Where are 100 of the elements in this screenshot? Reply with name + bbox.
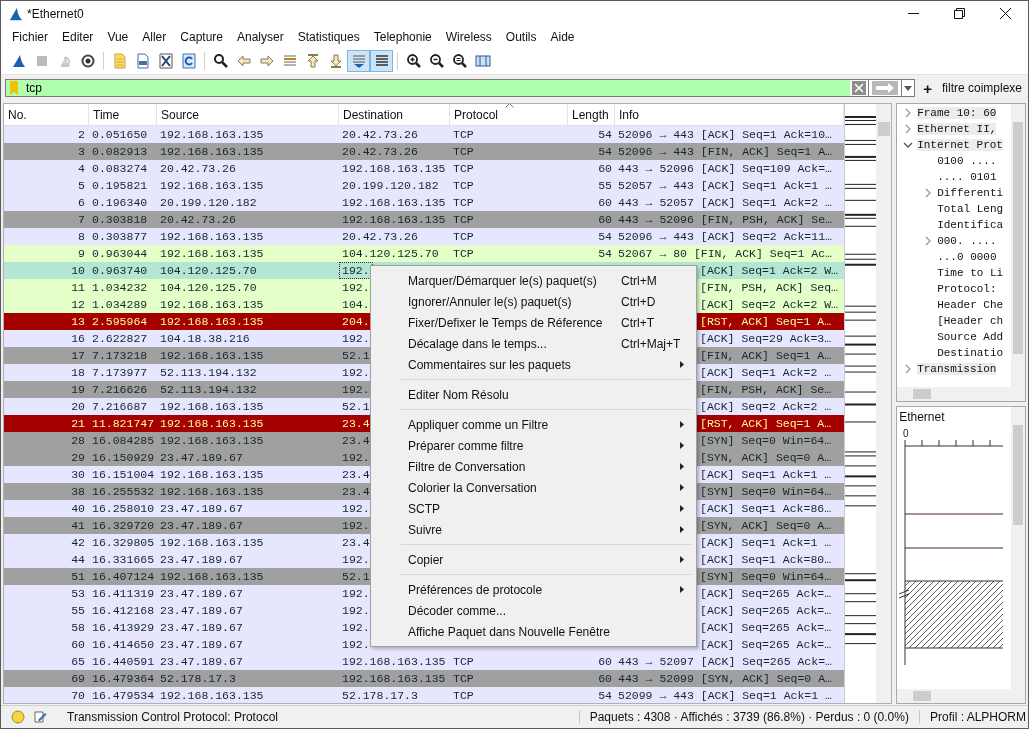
table-cell-text: 192.168.163.135: [159, 484, 265, 500]
table-cell-text: 23.47.189.67: [159, 637, 244, 653]
table-cell-text: [FIN, PSH, ACK] Se…: [699, 382, 833, 398]
table-cell-text: 16.258010: [91, 501, 156, 517]
table-cell-text: 192.168.163.135: [159, 297, 265, 313]
table-cell-text: 21: [70, 416, 86, 432]
table-cell-text: 20.42.73.26: [159, 161, 237, 177]
table-cell-text: 192.168.163.135: [159, 467, 265, 483]
table-cell-text: 52.178.17.3: [341, 688, 419, 703]
table-cell-text: [SYN, ACK] Seq=0 A…: [699, 450, 833, 466]
table-cell-text: 192.: [341, 637, 371, 653]
shortcut-label: Ctrl+Maj+T: [621, 336, 681, 351]
table-cell-text: 20.42.73.26: [341, 127, 419, 143]
table-cell-text: 20: [70, 399, 86, 415]
table-cell-text: [SYN] Seq=0 Win=64…: [699, 433, 833, 449]
table-cell-text: 192.168.163.135: [159, 399, 265, 415]
table-cell-text: 23.47.189.67: [159, 603, 244, 619]
table-cell-text: 52.113.194.132: [159, 365, 258, 381]
table-cell-text: TCP: [452, 178, 475, 194]
table-cell-text: [ACK] Seq=265 Ack=…: [699, 620, 833, 636]
table-cell-text: 16.150929: [91, 450, 156, 466]
table-cell-text: 1.034289: [91, 297, 149, 313]
table-cell-text: 104.120.125.70: [341, 246, 440, 262]
table-cell-text: [ACK] Seq=1 Ack=80…: [699, 552, 833, 568]
table-cell-text: 7.173977: [91, 365, 149, 381]
table-cell-text: [ACK] Seq=2 Ack=2 W…: [699, 297, 840, 313]
table-cell-text: 60: [597, 195, 613, 211]
table-cell-text: 52096 → 443 [FIN, ACK] Seq=1 A…: [617, 144, 833, 160]
table-cell-text: 9: [77, 246, 86, 262]
table-cell-text: 192.: [341, 280, 371, 296]
table-cell-text: 16.413929: [91, 620, 156, 636]
table-cell-text: TCP: [452, 195, 475, 211]
table-cell-text: 60: [597, 671, 613, 687]
table-cell-text: 192.168.163.135: [159, 535, 265, 551]
table-cell-text: 192.: [341, 518, 371, 534]
table-cell-text: 2.595964: [91, 314, 149, 330]
table-cell-text: 53: [70, 586, 86, 602]
table-cell-text: [SYN] Seq=0 Win=64…: [699, 569, 833, 585]
table-cell-text: 16.151004: [91, 467, 156, 483]
table-cell-text: 192.: [341, 365, 371, 381]
table-cell-text: 52.1: [341, 569, 371, 585]
table-cell-text: 23.47.189.67: [159, 586, 244, 602]
shortcut-label: Ctrl+T: [621, 315, 654, 330]
table-cell-text: 2.622827: [91, 331, 149, 347]
table-cell-text: 60: [597, 161, 613, 177]
table-cell-text: 16: [70, 331, 86, 347]
table-cell-text: 192.168.163.135: [341, 671, 447, 687]
table-cell-text: [ACK] Seq=1 Ack=2 …: [699, 365, 833, 381]
table-cell-text: 11.821747: [91, 416, 156, 432]
table-cell-text: [RST, ACK] Seq=1 A…: [699, 416, 833, 432]
table-cell-text: 51: [70, 569, 86, 585]
table-cell-text: 23.47.189.67: [159, 450, 244, 466]
table-cell-text: 443 → 52096 [FIN, PSH, ACK] Se…: [617, 212, 833, 228]
table-cell-text: TCP: [452, 688, 475, 703]
table-cell-text: 6: [77, 195, 86, 211]
table-cell-text: 23.47.189.67: [159, 501, 244, 517]
table-cell-text: 0.196340: [91, 195, 149, 211]
table-cell-text: 52099 → 443 [ACK] Seq=1 Ack=1 …: [617, 688, 833, 703]
table-cell: 192.: [339, 262, 373, 279]
table-cell-text: 7.216626: [91, 382, 149, 398]
table-cell-text: 52.113.194.132: [159, 382, 258, 398]
window-title: *Ethernet0: [27, 6, 84, 21]
table-cell-text: 16.440591: [91, 654, 156, 670]
table-cell-text: [SYN] Seq=0 Win=64…: [699, 484, 833, 500]
table-cell-text: [ACK] Seq=265 Ack=…: [699, 637, 833, 653]
table-cell-text: 7.216687: [91, 399, 149, 415]
table-cell-text: 23.4: [341, 484, 371, 500]
status-stats: Paquets : 4308 · Affichés : 3739 (86.8%) · Perdus : 0 (0.0%): [578, 710, 920, 724]
table-cell-text: 42: [70, 535, 86, 551]
table-cell-text: [SYN, ACK] Seq=0 A…: [699, 518, 833, 534]
table-cell-text: 58: [70, 620, 86, 636]
table-cell-text: 192.168.163.135: [159, 178, 265, 194]
table-cell-text: [RST, ACK] Seq=1 A…: [699, 314, 833, 330]
table-cell-text: 0.051650: [91, 127, 149, 143]
table-cell-text: 443 → 52096 [ACK] Seq=109 Ack=…: [617, 161, 833, 177]
table-cell-text: 192.: [341, 552, 371, 568]
table-cell-text: [ACK] Seq=265 Ack=…: [699, 586, 833, 602]
table-cell-text: TCP: [452, 161, 475, 177]
table-cell-text: TCP: [452, 671, 475, 687]
table-cell-text: 40: [70, 501, 86, 517]
table-cell-text: 192.168.163.135: [341, 654, 447, 670]
table-cell-text: 52.1: [341, 399, 371, 415]
table-cell-text: 23.47.189.67: [159, 552, 244, 568]
table-cell-text: 0.963740: [91, 263, 149, 279]
table-cell-text: 192.: [341, 450, 371, 466]
table-cell-text: 11: [70, 280, 86, 296]
status-message: Transmission Control Protocol: Protocol: [67, 710, 278, 724]
table-cell-text: 192.168.163.135: [341, 195, 447, 211]
shortcut-label: Ctrl+D: [621, 294, 656, 309]
table-cell-text: 192.168.163.135: [159, 314, 265, 330]
table-cell-text: 54: [597, 246, 613, 262]
table-cell-text: 13: [70, 314, 86, 330]
table-cell-text: 52067 → 80 [FIN, ACK] Seq=1 Ac…: [617, 246, 833, 262]
table-cell-text: TCP: [452, 246, 475, 262]
table-cell-text: 29: [70, 450, 86, 466]
table-cell-text: 20.42.73.26: [341, 144, 419, 160]
table-cell-text: 192.168.163.135: [341, 161, 447, 177]
table-cell-text: 19: [70, 382, 86, 398]
table-cell-text: 3: [77, 144, 86, 160]
table-cell-text: 192.168.163.135: [159, 569, 265, 585]
